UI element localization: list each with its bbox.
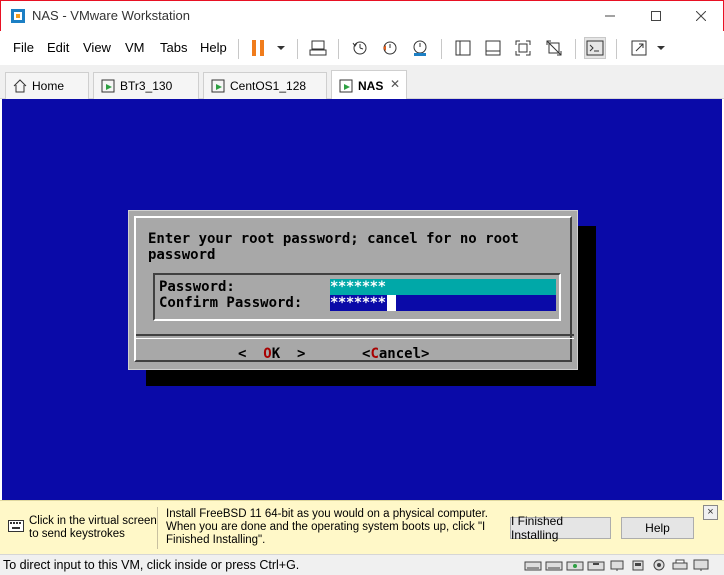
status-text: To direct input to this VM, click inside… [3,558,300,572]
floppy-icon[interactable] [587,559,605,572]
status-bar: To direct input to this VM, click inside… [0,554,724,575]
tab-home[interactable]: Home [5,72,89,99]
password-form: Password: Confirm Password: ******* ****… [153,273,561,321]
snapshot-manager-icon[interactable] [409,37,431,59]
menu-edit[interactable]: Edit [47,40,69,55]
console-view-icon[interactable] [584,37,606,59]
password-label: Password: [159,279,235,295]
tab-label: CentOS1_128 [230,79,307,93]
close-button[interactable] [678,1,724,31]
menu-file[interactable]: File [13,40,34,55]
button-divider [136,334,574,339]
tab-btr3-130[interactable]: BTr3_130 [93,72,199,99]
thumbnail-bar-icon[interactable] [482,37,504,59]
stretch-guest-icon[interactable] [628,37,650,59]
tab-nas[interactable]: NAS ✕ [331,70,407,100]
home-icon [12,78,28,94]
click-to-send-hint: Click in the virtual screen to send keys… [29,515,157,540]
keyboard-icon [8,520,24,535]
cd-rom-icon[interactable] [566,559,584,572]
text-cursor [386,295,396,311]
menu-tabs[interactable]: Tabs [160,40,187,55]
toolbar-separator [441,39,442,59]
tab-label: Home [32,79,65,93]
tab-label: NAS [358,78,384,93]
ok-label-rest: K [271,346,281,362]
full-screen-icon[interactable] [512,37,534,59]
i-finished-installing-button[interactable]: I Finished Installing [510,514,611,542]
tab-close-icon[interactable]: ✕ [390,77,400,91]
send-keys-icon[interactable] [307,37,329,59]
toolbar-separator [616,39,617,59]
toolbar-separator [575,39,576,59]
title-bar: NAS - VMware Workstation [0,0,724,31]
dialog-prompt: Enter your root password; cancel for no … [148,231,519,263]
sound-icon[interactable] [650,559,668,572]
ok-right-bracket: > [297,346,306,362]
minimize-button[interactable] [587,1,633,31]
vm-icon [210,78,226,94]
hard-disk-icon[interactable] [524,559,542,572]
show-library-icon[interactable] [452,37,474,59]
vm-console-screen[interactable]: Enter your root password; cancel for no … [2,99,722,500]
ok-hotkey: O [263,346,272,362]
vm-icon [338,78,354,94]
help-button[interactable]: Help [621,517,694,539]
display-icon[interactable] [692,559,710,572]
install-instructions: Install FreeBSD 11 64-bit as you would o… [166,508,488,546]
menu-vm[interactable]: VM [125,40,145,55]
toolbar-separator [238,39,239,59]
confirm-password-field[interactable]: ******* [330,295,556,311]
menu-help[interactable]: Help [200,40,227,55]
revert-snapshot-icon[interactable] [379,37,401,59]
usb-icon[interactable] [629,559,647,572]
printer-icon[interactable] [671,559,689,572]
cancel-hotkey: C [370,346,379,362]
window-title: NAS - VMware Workstation [32,8,190,23]
root-password-dialog: Enter your root password; cancel for no … [128,210,578,370]
ok-left-bracket: < [238,346,247,362]
vmware-logo-icon [10,8,26,24]
unity-icon[interactable] [543,37,565,59]
pause-icon[interactable] [247,37,269,59]
stretch-dropdown-icon[interactable] [650,37,672,59]
tab-centos1-128[interactable]: CentOS1_128 [203,72,327,99]
tab-label: BTr3_130 [120,79,173,93]
menu-view[interactable]: View [83,40,111,55]
toolbar-separator [297,39,298,59]
cancel-label-rest: ancel> [378,346,430,362]
dialog-frame: Enter your root password; cancel for no … [134,216,574,362]
confirm-password-label: Confirm Password: [159,295,303,311]
maximize-button[interactable] [633,1,679,31]
confirm-password-value: ******* [330,295,386,311]
ok-button[interactable]: < OK > [238,346,305,362]
close-hint-icon[interactable]: × [703,505,718,520]
menu-toolbar: File Edit View VM Tabs Help [0,31,724,65]
hint-separator [157,507,158,549]
password-field[interactable]: ******* [330,279,556,295]
network-icon[interactable] [608,559,626,572]
toolbar-separator [338,39,339,59]
snapshot-icon[interactable] [349,37,371,59]
vm-icon [100,78,116,94]
password-value: ******* [330,279,386,295]
power-dropdown-icon[interactable] [270,37,292,59]
install-hint-bar: Click in the virtual screen to send keys… [0,500,724,554]
cancel-button[interactable]: <Cancel> [362,346,429,362]
button-divider-highlight [136,338,574,339]
hard-disk-icon[interactable] [545,559,563,572]
tab-bar: Home BTr3_130 CentOS1_128 NAS ✕ [0,65,724,100]
